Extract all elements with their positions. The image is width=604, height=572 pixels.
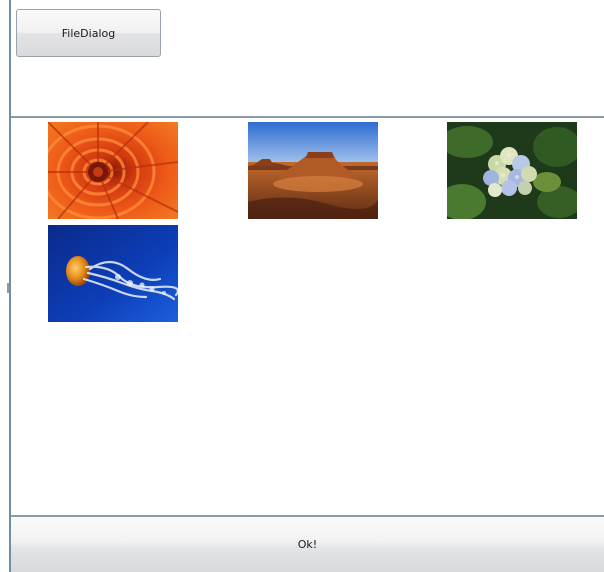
thumbnail-desert[interactable] (248, 122, 378, 219)
image-gallery (11, 118, 604, 515)
app-window: FileDialog Ok! (0, 0, 604, 572)
desert-mesa-image (248, 122, 378, 219)
ok-button[interactable]: Ok! (11, 515, 604, 572)
file-dialog-button[interactable]: FileDialog (16, 9, 161, 57)
resize-grip[interactable] (7, 283, 9, 293)
hydrangea-image (447, 122, 577, 219)
thumbnail-hydrangea[interactable] (447, 122, 577, 219)
thumbnail-orange-flower[interactable] (48, 122, 178, 219)
orange-flower-image (48, 122, 178, 219)
jellyfish-image (48, 225, 178, 322)
thumbnail-jellyfish[interactable] (48, 225, 178, 322)
